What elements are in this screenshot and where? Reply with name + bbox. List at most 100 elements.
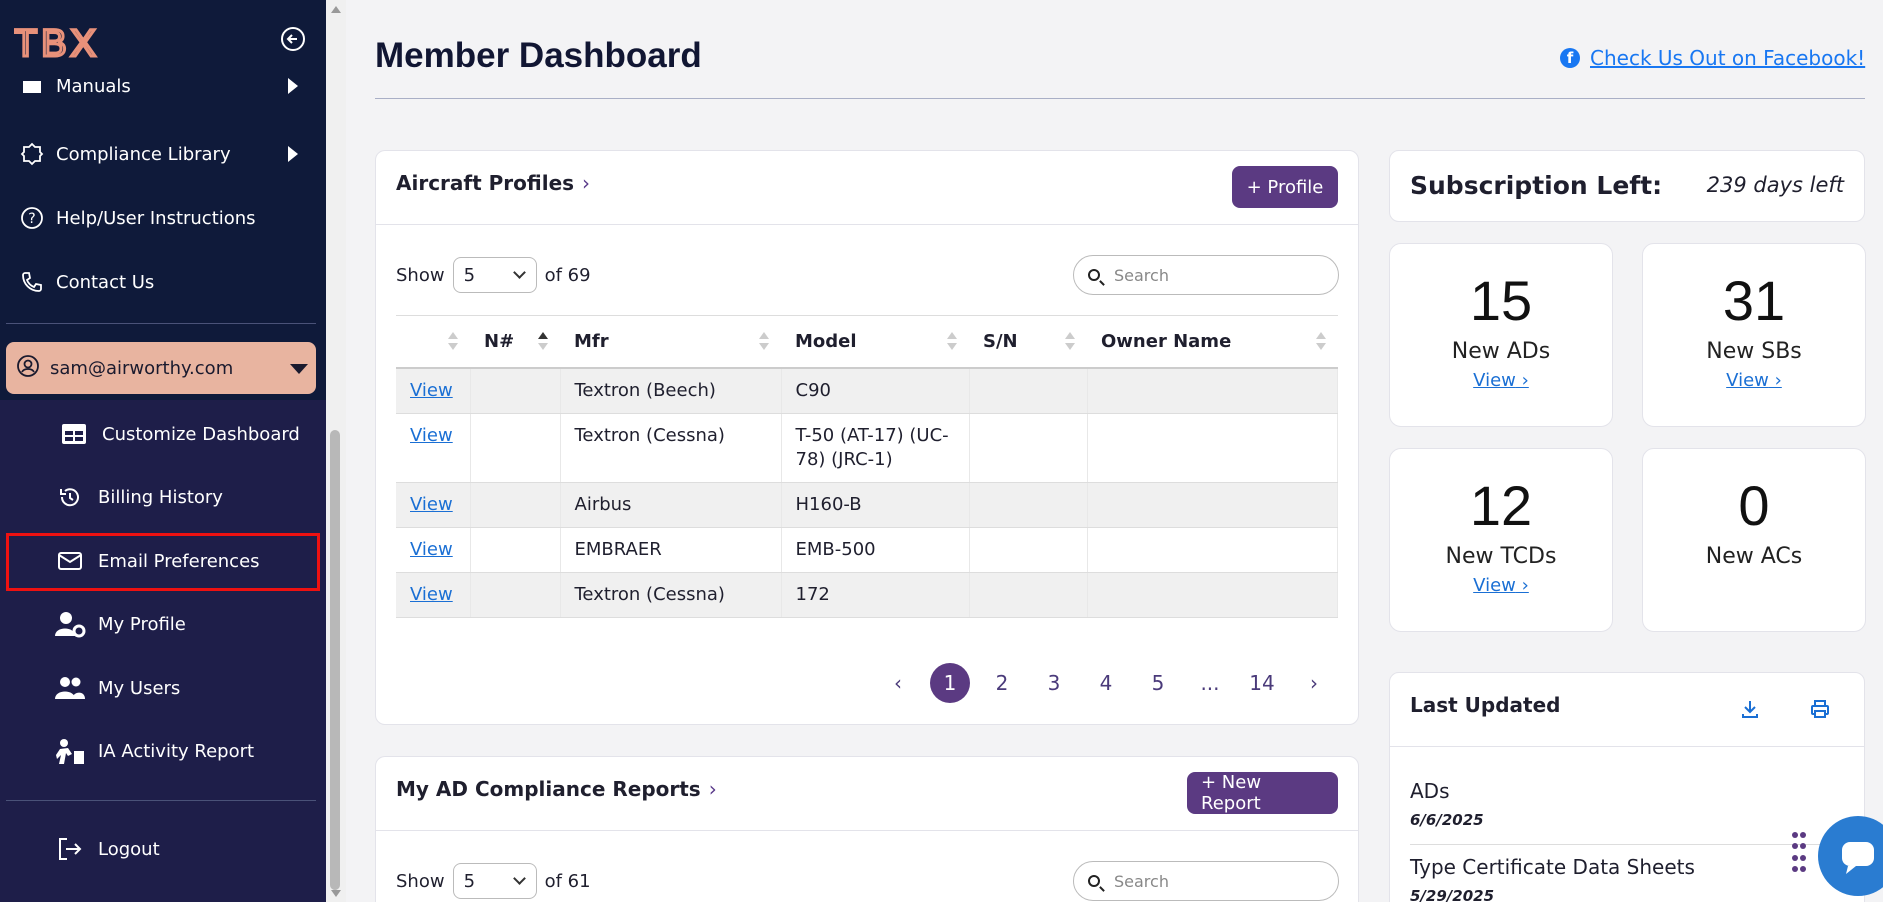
page-size-control: Show 5 of 61 <box>396 863 591 899</box>
download-icon[interactable] <box>1740 699 1760 719</box>
svg-text:TBX: TBX <box>14 26 100 58</box>
page-size-select[interactable]: 5 <box>452 257 537 293</box>
aircraft-search-input[interactable]: Search <box>1073 255 1339 295</box>
stat-card-new-acs: 0 New ACs <box>1642 448 1866 632</box>
drag-handle-icon[interactable] <box>1792 832 1806 874</box>
sidebar-item-customize-dashboard[interactable]: Customize Dashboard <box>58 414 300 454</box>
page-ellipsis: ... <box>1200 671 1220 695</box>
view-link[interactable]: View <box>410 425 453 446</box>
view-link[interactable]: View <box>410 584 453 605</box>
dashboard-icon <box>58 418 90 450</box>
chevron-right-icon: › <box>708 777 717 801</box>
sidebar-item-contact[interactable]: Contact Us <box>18 264 154 300</box>
page-title: Member Dashboard <box>375 36 702 75</box>
column-header-owner-name[interactable]: Owner Name <box>1087 315 1338 369</box>
logout-button[interactable]: Logout <box>54 829 160 869</box>
sort-icon <box>947 332 957 352</box>
page-1[interactable]: 1 <box>930 663 970 703</box>
sidebar-item-compliance-library[interactable]: Compliance Library <box>18 136 298 172</box>
view-link[interactable]: View <box>410 494 453 515</box>
sort-icon <box>759 332 769 352</box>
page-size-select[interactable]: 5 <box>452 863 537 899</box>
table-row: View Airbus H160-B <box>396 482 1338 528</box>
sidebar-scrollbar[interactable] <box>326 0 346 902</box>
list-divider <box>1410 844 1846 845</box>
stat-card-new-tcds: 12 New TCDs View › <box>1389 448 1613 632</box>
card-header: My AD Compliance Reports › + New Report <box>376 757 1358 831</box>
aircraft-profiles-card: Aircraft Profiles › + Profile Show 5 of … <box>375 150 1359 725</box>
new-report-button[interactable]: + New Report <box>1187 772 1338 814</box>
next-page-icon[interactable]: › <box>1288 671 1340 695</box>
column-header-view[interactable] <box>396 315 470 369</box>
user-circle-icon <box>16 354 40 383</box>
page-3[interactable]: 3 <box>1028 671 1080 695</box>
last-updated-title: Last Updated <box>1410 693 1561 717</box>
view-link[interactable]: View <box>410 380 453 401</box>
page-4[interactable]: 4 <box>1080 671 1132 695</box>
subscription-label: Subscription Left: <box>1410 171 1663 200</box>
aircraft-profiles-title[interactable]: Aircraft Profiles › <box>396 171 590 195</box>
stat-card-new-ads: 15 New ADs View › <box>1389 243 1613 427</box>
sidebar-item-manuals[interactable]: Manuals <box>18 68 298 104</box>
facebook-link[interactable]: f Check Us Out on Facebook! <box>1560 46 1865 70</box>
ad-compliance-reports-title[interactable]: My AD Compliance Reports › <box>396 777 717 801</box>
report-icon <box>54 735 86 767</box>
page-14[interactable]: 14 <box>1236 671 1288 695</box>
highlight-box <box>6 533 320 591</box>
scroll-up-icon[interactable] <box>331 6 341 13</box>
tbx-logo[interactable]: TBX <box>14 26 148 58</box>
chevron-down-icon <box>512 266 526 279</box>
reports-search-input[interactable]: Search <box>1073 861 1339 901</box>
page-size-control: Show 5 of 69 <box>396 257 591 293</box>
chevron-right-icon: › <box>582 171 591 195</box>
sidebar-item-billing-history[interactable]: Billing History <box>54 477 223 517</box>
search-icon <box>1088 875 1100 887</box>
sidebar-item-ia-activity-report[interactable]: IA Activity Report <box>54 731 254 771</box>
scrollbar-thumb[interactable] <box>330 430 340 890</box>
chat-icon <box>1842 842 1874 874</box>
history-icon <box>54 481 86 513</box>
page-5[interactable]: 5 <box>1132 671 1184 695</box>
user-email: sam@airworthy.com <box>50 357 234 379</box>
aircraft-table: N# Mfr Model S/N Owner Name View Textron… <box>396 315 1338 618</box>
updated-item-label: ADs <box>1410 779 1450 803</box>
subscription-value: 239 days left <box>1706 173 1844 197</box>
sort-icon <box>1065 332 1075 352</box>
sidebar-item-my-profile[interactable]: My Profile <box>54 604 186 644</box>
title-divider <box>375 98 1865 99</box>
table-row: View Textron (Beech) C90 <box>396 367 1338 414</box>
print-icon[interactable] <box>1810 699 1830 719</box>
page-2[interactable]: 2 <box>976 671 1028 695</box>
sidebar-item-my-users[interactable]: My Users <box>54 668 180 708</box>
updated-item-date: 5/29/2025 <box>1410 887 1495 902</box>
sidebar-divider <box>6 800 316 801</box>
ad-compliance-reports-card: My AD Compliance Reports › + New Report … <box>375 756 1359 902</box>
sort-icon <box>448 332 458 352</box>
prev-page-icon[interactable]: ‹ <box>872 671 924 695</box>
view-new-sbs-link[interactable]: View › <box>1643 370 1865 391</box>
column-header-mfr[interactable]: Mfr <box>560 315 781 369</box>
view-new-tcds-link[interactable]: View › <box>1390 575 1612 596</box>
column-header-model[interactable]: Model <box>781 315 969 369</box>
sort-icon <box>1315 332 1326 352</box>
user-gear-icon <box>54 608 86 640</box>
phone-icon <box>18 268 46 296</box>
scroll-down-icon[interactable] <box>331 890 341 897</box>
facebook-icon: f <box>1560 48 1580 68</box>
column-header-n-number[interactable]: N# <box>470 315 560 369</box>
collapse-sidebar-icon[interactable] <box>280 26 306 52</box>
add-profile-button[interactable]: + Profile <box>1232 166 1338 208</box>
chevron-right-icon <box>288 78 298 94</box>
users-icon <box>54 672 86 704</box>
sidebar-item-help[interactable]: ? Help/User Instructions <box>18 200 256 236</box>
table-row: View Textron (Cessna) T-50 (AT-17) (UC-7… <box>396 413 1338 483</box>
pagination: ‹ 1 2 3 4 5 ... 14 › <box>872 663 1340 703</box>
chevron-down-icon <box>290 364 308 374</box>
column-header-sn[interactable]: S/N <box>969 315 1087 369</box>
user-menu-toggle[interactable]: sam@airworthy.com <box>6 342 316 394</box>
view-link[interactable]: View <box>410 539 453 560</box>
stat-card-new-sbs: 31 New SBs View › <box>1642 243 1866 427</box>
sidebar: TBX Manuals Compliance Library ? Help/Us… <box>0 0 326 902</box>
view-new-ads-link[interactable]: View › <box>1390 370 1612 391</box>
logout-icon <box>54 833 86 865</box>
